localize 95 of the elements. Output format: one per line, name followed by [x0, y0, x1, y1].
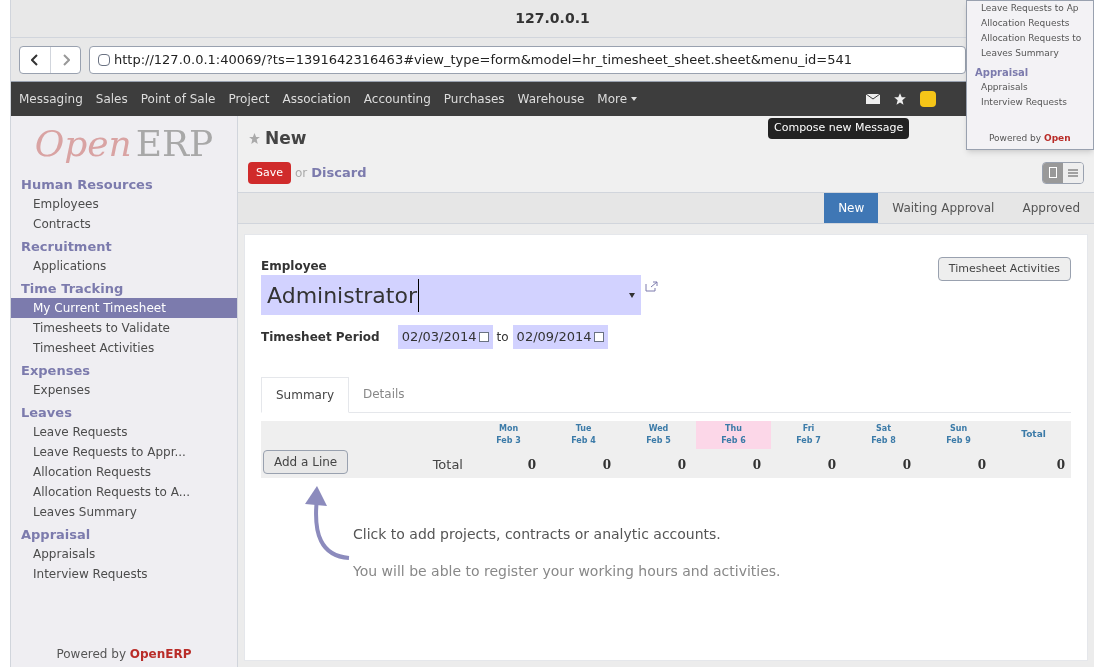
status-step[interactable]: Waiting Approval: [878, 193, 1009, 223]
sidebar-item: Appraisals: [980, 81, 1029, 94]
menu-link[interactable]: Point of Sale: [140, 90, 216, 108]
form-view-icon[interactable]: [1043, 162, 1063, 183]
external-link-icon[interactable]: [645, 281, 658, 292]
sidebar-item[interactable]: Timesheets to Validate: [11, 318, 237, 338]
day-header: Wed Feb 5: [645, 423, 672, 447]
sidebar-item[interactable]: Employees: [11, 194, 237, 214]
sidebar-item[interactable]: Leaves Summary: [11, 502, 237, 522]
sidebar-item[interactable]: Contracts: [11, 214, 237, 234]
dropdown-arrow-icon: [629, 292, 635, 298]
user-avatar[interactable]: [920, 91, 936, 107]
sidebar-item[interactable]: Interview Requests: [11, 564, 237, 584]
field-label: Timesheet Period: [261, 329, 380, 346]
envelope-icon[interactable]: [866, 94, 880, 104]
menu-link[interactable]: Purchases: [443, 90, 505, 108]
sidebar-item[interactable]: Allocation Requests: [11, 462, 237, 482]
tab[interactable]: Details: [349, 377, 419, 412]
chevron-right-icon: [61, 53, 70, 66]
menu-link[interactable]: Messaging: [19, 90, 83, 108]
menu-link[interactable]: Association: [282, 90, 351, 108]
sidebar-item[interactable]: Allocation Requests to A...: [11, 482, 237, 502]
total-cell-text: 0: [526, 457, 537, 474]
date-field[interactable]: 02/09/2014: [512, 325, 608, 349]
total-cell-text: 0: [676, 457, 687, 474]
sidebar-item[interactable]: Leave Requests: [11, 422, 237, 442]
section-heading: Appraisal: [975, 66, 1030, 80]
section-heading: Human Resources: [20, 176, 154, 194]
url-text: http://127.0.0.1:40069/?ts=1391642316463#view_type=form&model=hr_timesheet_sheet.sheet&menu_id=541: [114, 50, 852, 69]
day-header: Tue Feb 4: [570, 423, 597, 447]
status-step[interactable]: New: [824, 193, 879, 223]
section-heading: Appraisal: [20, 526, 92, 544]
chevron-left-icon: [31, 53, 39, 66]
day-header: Sat Feb 8: [870, 423, 897, 447]
day-header: Mon Feb 3: [495, 423, 522, 447]
tooltip: Compose new Message: [768, 118, 910, 139]
to-text: to: [496, 329, 509, 346]
row-label: Total: [431, 455, 464, 474]
powered-by-text: Powered by OpenERP: [55, 646, 193, 663]
sidebar-item[interactable]: Applications: [11, 256, 237, 276]
section-heading: Expenses: [20, 362, 91, 380]
employee-field[interactable]: Administrator: [261, 275, 641, 315]
timesheet-activities-button[interactable]: Timesheet Activities: [937, 257, 1071, 281]
day-header: Sun Feb 9: [945, 423, 972, 447]
total-cell-text: 0: [826, 457, 837, 474]
sidebar-item: Allocation Requests: [980, 17, 1071, 30]
section-heading: Leaves: [20, 404, 73, 422]
section-heading: Time Tracking: [20, 280, 125, 298]
column-header: Total: [1020, 428, 1047, 442]
form-title: New: [265, 127, 307, 150]
menu-link[interactable]: Warehouse: [517, 90, 585, 108]
sidebar-item: Allocation Requests to: [980, 32, 1083, 45]
field-value: 02/09/2014: [516, 328, 592, 347]
logo-text: ERP: [135, 122, 214, 166]
sidebar-item: Leave Requests to Ap: [980, 2, 1080, 15]
section-heading: Recruitment: [20, 238, 113, 256]
menu-link[interactable]: Accounting: [363, 90, 431, 108]
total-cell-text: 0: [751, 457, 762, 474]
day-header: Fri Feb 7: [795, 423, 822, 447]
window-title: 127.0.0.1: [515, 9, 590, 28]
sidebar-item[interactable]: Appraisals: [11, 544, 237, 564]
total-cell-text: 0: [976, 457, 987, 474]
total-cell-text: 0: [1055, 457, 1066, 474]
address-field[interactable]: http://127.0.0.1:40069/?ts=1391642316463#view_type=form&model=hr_timesheet_sheet.sheet&menu_id=541: [89, 45, 966, 74]
total-cell-text: 0: [601, 457, 612, 474]
or-text: or: [295, 164, 308, 182]
logo-text: Open: [34, 122, 132, 166]
menu-link[interactable]: Sales: [95, 90, 128, 108]
hint-text: Click to add projects, contracts or analytic accounts.: [353, 525, 722, 544]
page-icon: [98, 53, 110, 66]
date-field[interactable]: 02/03/2014: [397, 325, 493, 349]
sidebar-item[interactable]: Leave Requests to Appr...: [11, 442, 237, 462]
powered-by-text: Powered by Open: [988, 131, 1072, 145]
sidebar-item[interactable]: Expenses: [11, 380, 237, 400]
save-button[interactable]: Save: [248, 161, 291, 184]
menu-link[interactable]: More: [597, 90, 638, 108]
status-step[interactable]: Approved: [1008, 193, 1094, 223]
star-icon[interactable]: [248, 132, 261, 146]
sidebar-item[interactable]: Timesheet Activities: [11, 338, 237, 358]
add-line-button[interactable]: Add a Line: [263, 450, 349, 474]
hint-text: You will be able to register your working hours and activities.: [353, 562, 781, 581]
tab[interactable]: Summary: [261, 377, 349, 413]
menu-link[interactable]: Project: [228, 90, 270, 108]
field-value: 02/03/2014: [401, 328, 477, 347]
sidebar-item[interactable]: My Current Timesheet: [11, 298, 237, 318]
day-header: Thu Feb 6: [696, 421, 771, 449]
caret-icon: [631, 97, 638, 101]
field-label: Employee: [261, 258, 328, 275]
calendar-icon: [593, 332, 604, 342]
total-cell-text: 0: [901, 457, 912, 474]
star-icon[interactable]: [893, 92, 907, 106]
field-value: Administrator: [267, 278, 419, 312]
calendar-icon: [478, 332, 489, 342]
sidebar-item: Leaves Summary: [980, 47, 1060, 60]
sidebar-item: Interview Requests: [980, 96, 1068, 109]
